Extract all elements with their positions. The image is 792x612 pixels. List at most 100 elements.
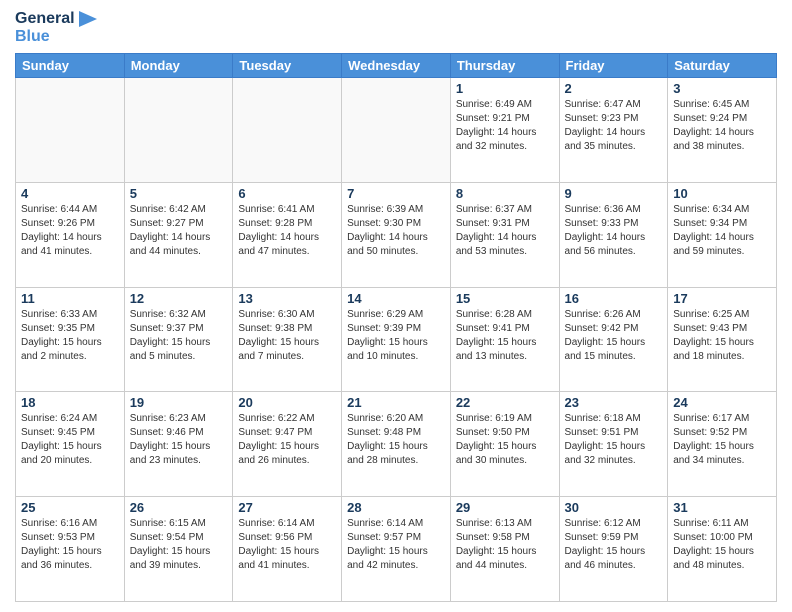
day-info: Sunrise: 6:14 AM Sunset: 9:57 PM Dayligh… — [347, 517, 445, 573]
day-number: 17 — [673, 291, 771, 306]
calendar-cell: 22 Sunrise: 6:19 AM Sunset: 9:50 PM Dayli… — [450, 392, 559, 497]
day-info: Sunrise: 6:34 AM Sunset: 9:34 PM Dayligh… — [673, 203, 771, 259]
weekday-header-sunday: Sunday — [16, 54, 125, 78]
logo: General Blue — [15, 10, 97, 45]
calendar-cell: 25 Sunrise: 6:16 AM Sunset: 9:53 PM Dayli… — [16, 497, 125, 602]
weekday-header-tuesday: Tuesday — [233, 54, 342, 78]
calendar-cell: 19 Sunrise: 6:23 AM Sunset: 9:46 PM Dayli… — [124, 392, 233, 497]
calendar-cell: 29 Sunrise: 6:13 AM Sunset: 9:58 PM Dayli… — [450, 497, 559, 602]
day-number: 28 — [347, 500, 445, 515]
day-number: 11 — [21, 291, 119, 306]
day-number: 8 — [456, 186, 554, 201]
day-number: 3 — [673, 81, 771, 96]
calendar-cell: 10 Sunrise: 6:34 AM Sunset: 9:34 PM Dayli… — [668, 182, 777, 287]
day-number: 21 — [347, 395, 445, 410]
weekday-header-monday: Monday — [124, 54, 233, 78]
day-info: Sunrise: 6:18 AM Sunset: 9:51 PM Dayligh… — [565, 412, 663, 468]
weekday-header-saturday: Saturday — [668, 54, 777, 78]
day-number: 20 — [238, 395, 336, 410]
calendar-cell: 5 Sunrise: 6:42 AM Sunset: 9:27 PM Daylig… — [124, 182, 233, 287]
day-number: 27 — [238, 500, 336, 515]
day-info: Sunrise: 6:11 AM Sunset: 10:00 PM Daylig… — [673, 517, 771, 573]
day-info: Sunrise: 6:26 AM Sunset: 9:42 PM Dayligh… — [565, 308, 663, 364]
day-info: Sunrise: 6:47 AM Sunset: 9:23 PM Dayligh… — [565, 98, 663, 154]
day-info: Sunrise: 6:19 AM Sunset: 9:50 PM Dayligh… — [456, 412, 554, 468]
day-number: 26 — [130, 500, 228, 515]
day-number: 18 — [21, 395, 119, 410]
day-info: Sunrise: 6:23 AM Sunset: 9:46 PM Dayligh… — [130, 412, 228, 468]
calendar-cell: 30 Sunrise: 6:12 AM Sunset: 9:59 PM Dayli… — [559, 497, 668, 602]
weekday-header-friday: Friday — [559, 54, 668, 78]
day-info: Sunrise: 6:32 AM Sunset: 9:37 PM Dayligh… — [130, 308, 228, 364]
calendar-cell: 16 Sunrise: 6:26 AM Sunset: 9:42 PM Dayli… — [559, 287, 668, 392]
day-number: 5 — [130, 186, 228, 201]
logo-general: General — [15, 10, 97, 28]
day-info: Sunrise: 6:20 AM Sunset: 9:48 PM Dayligh… — [347, 412, 445, 468]
calendar-cell: 23 Sunrise: 6:18 AM Sunset: 9:51 PM Dayli… — [559, 392, 668, 497]
day-info: Sunrise: 6:12 AM Sunset: 9:59 PM Dayligh… — [565, 517, 663, 573]
logo-blue: Blue — [15, 28, 97, 46]
calendar-cell: 26 Sunrise: 6:15 AM Sunset: 9:54 PM Dayli… — [124, 497, 233, 602]
day-info: Sunrise: 6:14 AM Sunset: 9:56 PM Dayligh… — [238, 517, 336, 573]
day-info: Sunrise: 6:45 AM Sunset: 9:24 PM Dayligh… — [673, 98, 771, 154]
calendar-cell: 3 Sunrise: 6:45 AM Sunset: 9:24 PM Daylig… — [668, 78, 777, 183]
calendar-cell: 7 Sunrise: 6:39 AM Sunset: 9:30 PM Daylig… — [342, 182, 451, 287]
day-number: 22 — [456, 395, 554, 410]
day-info: Sunrise: 6:13 AM Sunset: 9:58 PM Dayligh… — [456, 517, 554, 573]
calendar-cell: 24Sunrise: 6:17 AM Sunset: 9:52 PM Dayli… — [668, 392, 777, 497]
day-info: Sunrise: 6:17 AM Sunset: 9:52 PM Dayligh… — [673, 412, 771, 468]
calendar-cell: 9Sunrise: 6:36 AM Sunset: 9:33 PM Daylig… — [559, 182, 668, 287]
weekday-header-thursday: Thursday — [450, 54, 559, 78]
calendar-cell: 6 Sunrise: 6:41 AM Sunset: 9:28 PM Daylig… — [233, 182, 342, 287]
day-number: 29 — [456, 500, 554, 515]
calendar-cell: 31 Sunrise: 6:11 AM Sunset: 10:00 PM Dayl… — [668, 497, 777, 602]
day-number: 2 — [565, 81, 663, 96]
calendar-cell: 28 Sunrise: 6:14 AM Sunset: 9:57 PM Dayli… — [342, 497, 451, 602]
calendar-cell: 1 Sunrise: 6:49 AM Sunset: 9:21 PM Daylig… — [450, 78, 559, 183]
day-number: 31 — [673, 500, 771, 515]
calendar-cell — [16, 78, 125, 183]
day-number: 12 — [130, 291, 228, 306]
day-info: Sunrise: 6:41 AM Sunset: 9:28 PM Dayligh… — [238, 203, 336, 259]
calendar-cell: 4Sunrise: 6:44 AM Sunset: 9:26 PM Daylig… — [16, 182, 125, 287]
day-number: 10 — [673, 186, 771, 201]
calendar-cell — [233, 78, 342, 183]
day-info: Sunrise: 6:15 AM Sunset: 9:54 PM Dayligh… — [130, 517, 228, 573]
calendar-cell: 17 Sunrise: 6:25 AM Sunset: 9:43 PM Dayli… — [668, 287, 777, 392]
calendar-cell: 12 Sunrise: 6:32 AM Sunset: 9:37 PM Dayli… — [124, 287, 233, 392]
calendar-cell: 20Sunrise: 6:22 AM Sunset: 9:47 PM Dayli… — [233, 392, 342, 497]
day-number: 7 — [347, 186, 445, 201]
day-number: 9 — [565, 186, 663, 201]
calendar-cell — [342, 78, 451, 183]
day-number: 6 — [238, 186, 336, 201]
day-info: Sunrise: 6:39 AM Sunset: 9:30 PM Dayligh… — [347, 203, 445, 259]
day-number: 14 — [347, 291, 445, 306]
day-info: Sunrise: 6:33 AM Sunset: 9:35 PM Dayligh… — [21, 308, 119, 364]
day-number: 25 — [21, 500, 119, 515]
day-info: Sunrise: 6:29 AM Sunset: 9:39 PM Dayligh… — [347, 308, 445, 364]
day-info: Sunrise: 6:25 AM Sunset: 9:43 PM Dayligh… — [673, 308, 771, 364]
calendar-cell: 13Sunrise: 6:30 AM Sunset: 9:38 PM Dayli… — [233, 287, 342, 392]
day-number: 30 — [565, 500, 663, 515]
weekday-header-wednesday: Wednesday — [342, 54, 451, 78]
calendar-cell: 14 Sunrise: 6:29 AM Sunset: 9:39 PM Dayli… — [342, 287, 451, 392]
day-info: Sunrise: 6:28 AM Sunset: 9:41 PM Dayligh… — [456, 308, 554, 364]
day-info: Sunrise: 6:42 AM Sunset: 9:27 PM Dayligh… — [130, 203, 228, 259]
day-info: Sunrise: 6:49 AM Sunset: 9:21 PM Dayligh… — [456, 98, 554, 154]
day-number: 15 — [456, 291, 554, 306]
day-info: Sunrise: 6:30 AM Sunset: 9:38 PM Dayligh… — [238, 308, 336, 364]
header: General Blue — [15, 10, 777, 45]
calendar-cell: 18Sunrise: 6:24 AM Sunset: 9:45 PM Dayli… — [16, 392, 125, 497]
day-number: 19 — [130, 395, 228, 410]
calendar-cell: 21 Sunrise: 6:20 AM Sunset: 9:48 PM Dayli… — [342, 392, 451, 497]
day-number: 23 — [565, 395, 663, 410]
calendar-cell — [124, 78, 233, 183]
calendar-cell: 8Sunrise: 6:37 AM Sunset: 9:31 PM Daylig… — [450, 182, 559, 287]
day-number: 16 — [565, 291, 663, 306]
calendar-cell: 15 Sunrise: 6:28 AM Sunset: 9:41 PM Dayli… — [450, 287, 559, 392]
day-number: 1 — [456, 81, 554, 96]
logo-arrow-icon — [79, 11, 97, 27]
day-info: Sunrise: 6:16 AM Sunset: 9:53 PM Dayligh… — [21, 517, 119, 573]
calendar-cell: 27 Sunrise: 6:14 AM Sunset: 9:56 PM Dayli… — [233, 497, 342, 602]
calendar-cell: 11 Sunrise: 6:33 AM Sunset: 9:35 PM Dayli… — [16, 287, 125, 392]
